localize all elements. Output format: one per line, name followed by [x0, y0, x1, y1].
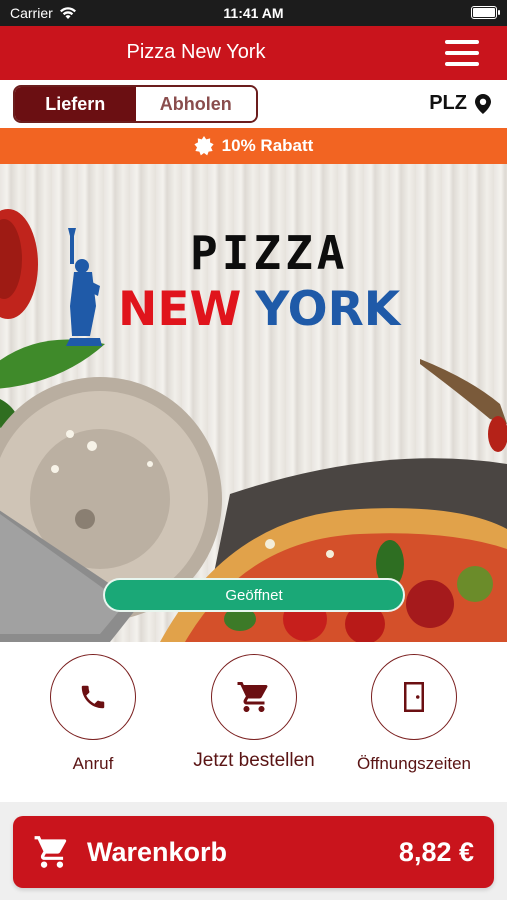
statue-of-liberty-icon	[66, 228, 102, 346]
door-icon	[404, 682, 424, 712]
cart-total: 8,82 €	[398, 836, 474, 867]
menu-icon[interactable]	[445, 40, 479, 66]
status-bar: Carrier 11:41 AM	[0, 0, 507, 26]
opening-hours-circle	[371, 654, 457, 740]
logo-text-new: NEW	[118, 282, 242, 337]
logo-text-york: YORK	[255, 282, 401, 337]
bottom-bar: Warenkorb 8,82 €	[0, 802, 507, 900]
tab-abholen[interactable]: Abholen	[135, 87, 256, 121]
open-status-badge[interactable]: Geöffnet	[103, 578, 405, 612]
app-title: Pizza New York	[126, 41, 266, 63]
location-pin-icon	[475, 93, 491, 114]
app-header: Pizza New York	[0, 26, 507, 80]
call-label: Anruf	[72, 754, 114, 773]
order-now-label: Jetzt bestellen	[193, 750, 315, 771]
order-now-circle	[211, 654, 297, 740]
call-button[interactable]: Anruf	[18, 654, 168, 774]
tab-liefern[interactable]: Liefern	[15, 87, 136, 121]
opening-hours-label: Öffnungszeiten	[356, 754, 472, 773]
shopping-cart-icon	[237, 682, 268, 712]
postcode-label: PLZ	[429, 92, 467, 114]
cart-label: Warenkorb	[87, 836, 228, 867]
discount-badge-icon	[194, 136, 214, 156]
phone-icon	[81, 685, 105, 709]
opening-hours-button[interactable]: Öffnungszeiten	[339, 654, 489, 774]
order-mode-toggle: Liefern Abholen	[13, 85, 258, 123]
quick-actions: Anruf Jetzt bestellen Öffnungszeiten	[0, 642, 507, 802]
postcode-button[interactable]: PLZ	[429, 92, 491, 115]
call-circle	[50, 654, 136, 740]
cart-button[interactable]: Warenkorb 8,82 €	[13, 816, 494, 888]
discount-label: 10% Rabatt	[221, 136, 314, 155]
hero-banner: PIZZA NEW YORK Geöffnet	[0, 164, 507, 642]
status-time: 11:41 AM	[223, 5, 284, 21]
logo-text-pizza: PIZZA	[190, 226, 349, 280]
battery-icon	[471, 6, 500, 19]
discount-banner[interactable]: 10% Rabatt	[0, 128, 507, 164]
order-mode-row: Liefern Abholen PLZ	[0, 80, 507, 128]
order-now-button[interactable]: Jetzt bestellen	[179, 654, 329, 772]
cart-icon	[34, 836, 67, 868]
